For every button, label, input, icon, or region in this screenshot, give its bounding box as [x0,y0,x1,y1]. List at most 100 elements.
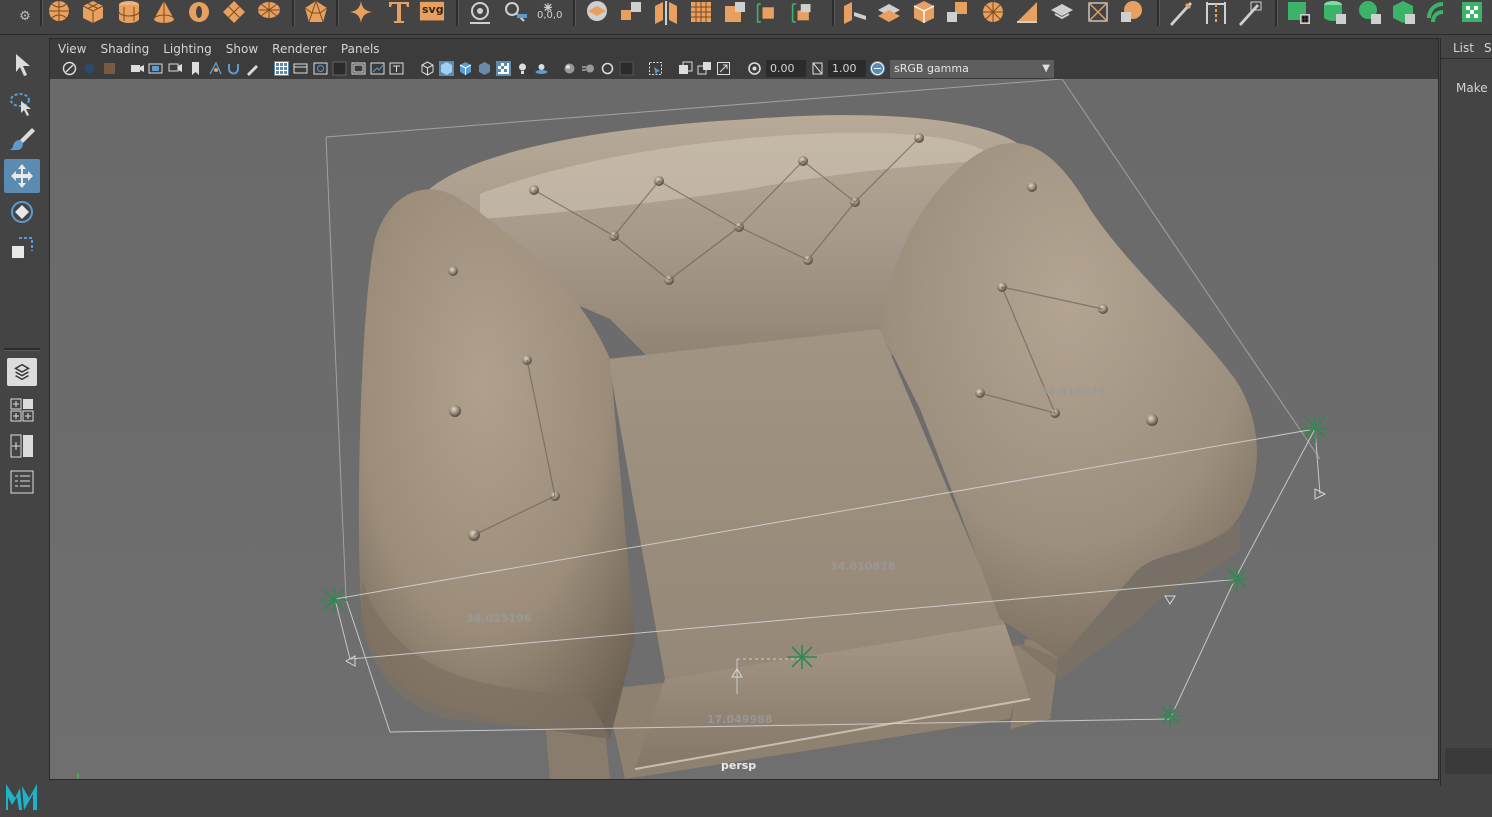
safe-title-icon[interactable] [351,61,366,76]
color-management-toggle-icon[interactable] [870,61,885,76]
grease-pencil-icon[interactable] [245,61,260,76]
wedge-face-icon[interactable] [1049,0,1075,26]
lasso-tool-icon[interactable] [4,86,40,120]
poly-disc-icon[interactable] [256,0,282,26]
poly-cube-icon[interactable] [80,0,106,26]
snap-tool-icon[interactable] [503,0,529,26]
menu-show[interactable]: Show [226,42,258,56]
grid-toggle-icon[interactable] [102,61,117,76]
exposure-icon[interactable] [747,61,762,76]
uv-editor-icon[interactable] [1286,0,1312,26]
single-perspective-layout-icon[interactable] [7,358,37,386]
locator-icon[interactable]: 0,0,0 [535,0,567,26]
gamma-field[interactable]: 1.00 [828,60,866,77]
shadows-icon[interactable] [534,61,549,76]
type-tool-icon[interactable] [386,0,412,26]
film-gate-mask-icon[interactable] [293,61,308,76]
textured-icon[interactable] [496,61,511,76]
viewport-3d[interactable]: 34.010878 34.010878 34.025196 17.049988 … [50,79,1438,779]
poly-cylinder-icon[interactable] [116,0,142,26]
wireframe-grid-icon[interactable] [274,61,289,76]
motion-blur-icon[interactable] [581,61,596,76]
insert-edge-loop-icon[interactable] [1203,0,1229,26]
bookmark-camera-icon[interactable] [130,61,145,76]
poly-torus-icon[interactable] [186,0,212,26]
image-plane-icon[interactable] [82,61,97,76]
menu-shading[interactable]: Shading [100,42,149,56]
four-view-layout-icon[interactable] [7,396,37,424]
measure-tool-icon[interactable] [467,0,493,26]
cut-faces-icon[interactable] [1086,0,1112,26]
safe-action-icon[interactable] [332,61,347,76]
checker-map-icon[interactable] [1460,0,1486,26]
field-chart-icon[interactable] [313,61,328,76]
hud-toggle-icon[interactable] [678,61,693,76]
poly-sphere-icon[interactable] [46,0,72,26]
scale-tool-icon[interactable] [4,231,40,265]
merge-icon[interactable] [945,0,971,26]
smooth-icon[interactable] [689,0,715,26]
wedge-icon[interactable] [980,0,1006,26]
measurement-label: 17.049988 [707,713,773,726]
isolate-select-icon[interactable] [648,61,663,76]
uv-automatic-icon[interactable] [1391,0,1417,26]
menu-panels[interactable]: Panels [341,42,380,56]
bevel-icon[interactable] [756,0,788,26]
rotate-tool-icon[interactable] [4,195,40,229]
poke-icon[interactable] [1015,0,1041,26]
extrude-icon[interactable] [791,0,823,26]
platonic-solid-icon[interactable] [303,0,329,26]
frame-selection-icon[interactable] [716,61,731,76]
append-poly-icon[interactable] [876,0,902,26]
separate-icon[interactable] [619,0,645,26]
poly-plane-icon[interactable] [221,0,247,26]
bookmark-icon[interactable] [188,61,203,76]
screen-space-ao-icon[interactable] [562,61,577,76]
move-tool-icon[interactable] [4,159,40,193]
uv-spherical-icon[interactable] [1357,0,1383,26]
mirror-icon[interactable] [653,0,679,26]
super-shape-icon[interactable] [348,0,374,26]
anti-aliasing-icon[interactable] [600,61,615,76]
combine-icon[interactable] [584,0,610,26]
menu-view[interactable]: View [58,42,86,56]
xray-icon[interactable] [370,61,385,76]
wireframe-on-shaded-icon[interactable] [458,61,473,76]
chamfer-icon[interactable] [1119,0,1145,26]
frame-all-icon[interactable] [697,61,712,76]
color-space-dropdown[interactable]: sRGB gamma ▼ [890,60,1054,78]
depth-of-field-icon[interactable] [619,61,634,76]
default-material-icon[interactable] [477,61,492,76]
shelf-gear-icon[interactable]: ⚙ [14,6,36,28]
smooth-shading-icon[interactable] [439,61,454,76]
uv-cylindrical-icon[interactable] [1322,0,1348,26]
persp-outliner-layout-icon[interactable] [7,432,37,460]
select-tool-icon[interactable] [4,48,40,82]
gamma-icon[interactable] [810,61,825,76]
snap-to-pivot-icon[interactable] [208,61,223,76]
paint-select-tool-icon[interactable] [4,122,40,156]
reduce-icon[interactable] [723,0,749,26]
multi-cut-icon[interactable] [1168,0,1194,26]
resolution-gate-icon[interactable] [168,61,183,76]
make-live-label[interactable]: Make [1456,81,1488,95]
exposure-field[interactable]: 0.00 [766,60,806,77]
outliner-selected-menu[interactable]: Se [1484,41,1492,55]
svg-tool-icon[interactable]: svg [419,0,447,26]
use-all-lights-icon[interactable] [515,61,530,76]
outliner-list-menu[interactable]: List [1453,41,1474,55]
menu-lighting[interactable]: Lighting [163,42,212,56]
camera-attributes-icon[interactable] [62,61,77,76]
text-overlay-icon[interactable] [389,61,404,76]
magnet-icon[interactable] [226,61,241,76]
menu-renderer[interactable]: Renderer [272,42,327,56]
scene-canvas[interactable] [50,79,1438,779]
bridge-icon[interactable] [842,0,868,26]
wireframe-shading-icon[interactable] [420,61,435,76]
film-gate-icon[interactable] [148,61,163,76]
outliner-icon[interactable] [7,468,37,496]
fill-hole-icon[interactable] [911,0,937,26]
offset-edge-loop-icon[interactable] [1237,0,1263,26]
uv-unfold-icon[interactable] [1426,0,1452,26]
poly-cone-icon[interactable] [151,0,177,26]
